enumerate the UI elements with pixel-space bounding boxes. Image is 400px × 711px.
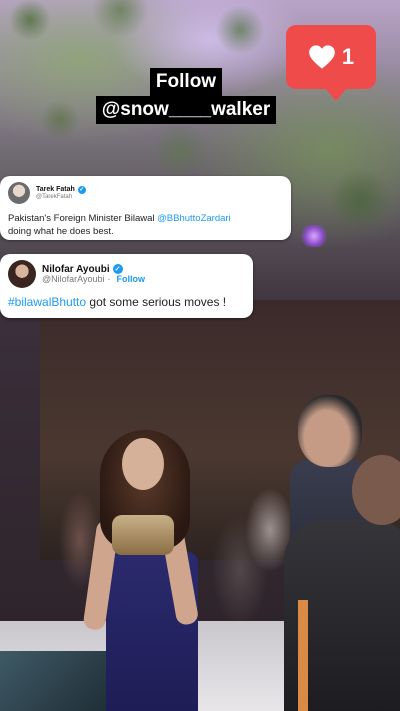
follow-label: Follow — [149, 68, 223, 96]
author-name-row: Tarek Fatah ✓ — [36, 185, 86, 194]
verified-icon: ✓ — [77, 185, 86, 194]
author-handle[interactable]: @NilofarAyoubi — [42, 274, 105, 285]
follow-link[interactable]: Follow — [117, 274, 146, 285]
author-handle[interactable]: @TarekFatah — [36, 194, 86, 201]
floor-edge — [0, 651, 120, 711]
stage-light — [300, 225, 328, 247]
verified-icon: ✓ — [112, 264, 123, 275]
tweet-text: Pakistan's Foreign Minister Bilawal @BBh… — [8, 212, 283, 238]
separator-dot: · — [107, 273, 111, 284]
man-head — [298, 395, 362, 467]
tweet-author: Nilofar Ayoubi ✓ @NilofarAyoubi · Follow — [42, 264, 145, 285]
dancer-top — [112, 515, 174, 555]
like-badge[interactable]: 1 — [286, 25, 376, 101]
tweet-text-end: got some serious moves ! — [86, 295, 227, 309]
hashtag-link[interactable]: #bilawalBhutto — [8, 295, 86, 309]
author-name-row: Nilofar Ayoubi ✓ — [42, 264, 145, 275]
dancer-face — [122, 438, 164, 490]
tweet-text-start: Pakistan's Foreign Minister Bilawal — [8, 213, 158, 224]
mention-link[interactable]: @BBhuttoZardari — [157, 213, 231, 224]
author-name[interactable]: Tarek Fatah — [36, 186, 75, 194]
follow-overlay: Follow @snow____walker — [86, 68, 286, 124]
follow-handle: @snow____walker — [95, 96, 277, 124]
tweet-card[interactable]: Nilofar Ayoubi ✓ @NilofarAyoubi · Follow… — [0, 254, 253, 318]
like-count: 1 — [341, 44, 355, 69]
tweet-card[interactable]: Tarek Fatah ✓ @TarekFatah Pakistan's For… — [0, 176, 291, 240]
tweet-header: Nilofar Ayoubi ✓ @NilofarAyoubi · Follow — [8, 260, 245, 288]
tweet-header: Tarek Fatah ✓ @TarekFatah — [8, 182, 283, 204]
tweet-text-end: doing what he does best. — [8, 226, 114, 237]
author-handle-row: @NilofarAyoubi · Follow — [42, 273, 146, 285]
tweet-author: Tarek Fatah ✓ @TarekFatah — [36, 185, 86, 201]
tweet-text: #bilawalBhutto got some serious moves ! — [8, 296, 245, 309]
author-name[interactable]: Nilofar Ayoubi — [42, 264, 110, 275]
heart-icon — [309, 45, 335, 69]
foreground-stripe — [298, 600, 308, 711]
avatar[interactable] — [8, 182, 30, 204]
avatar[interactable] — [8, 260, 36, 288]
